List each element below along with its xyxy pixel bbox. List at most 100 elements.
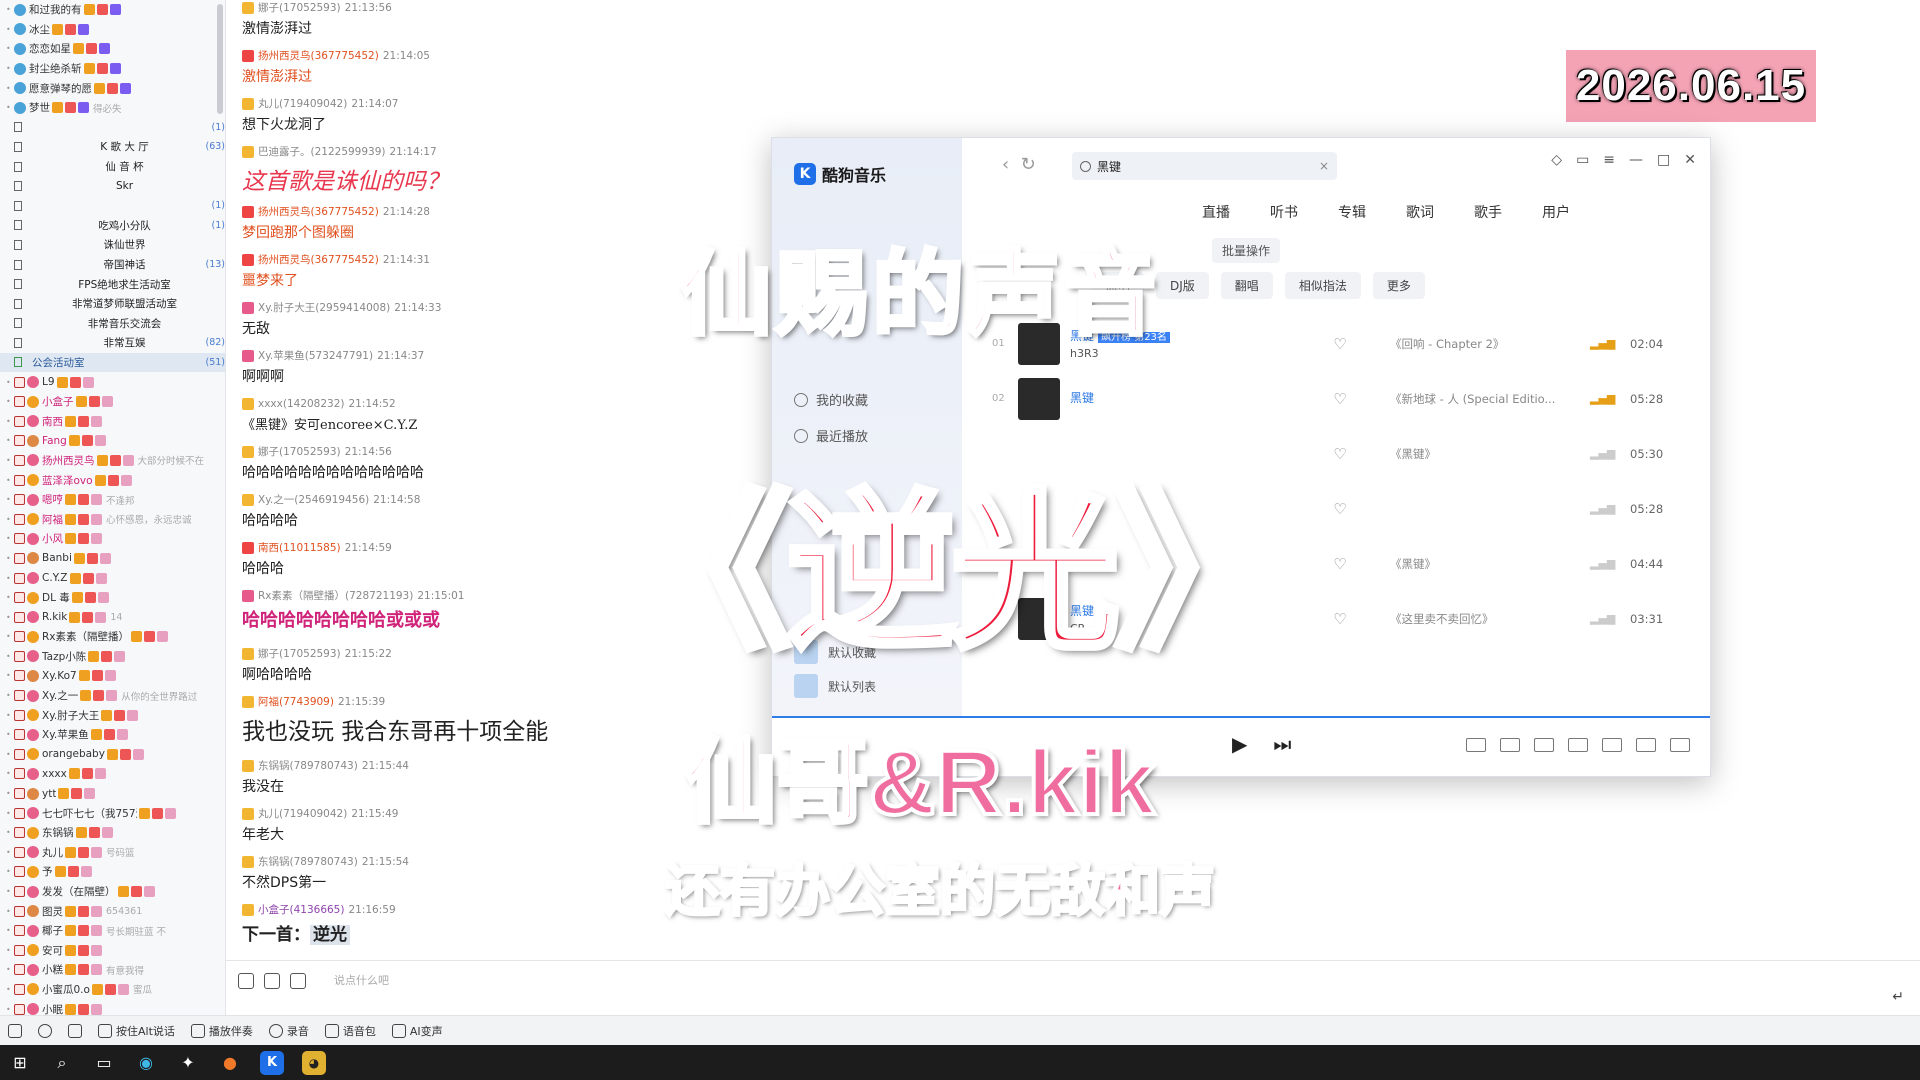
user-row[interactable]: • 和过我的有 [6,0,225,20]
channel-row[interactable]: 非常音乐交流会 [0,314,225,334]
channel-row[interactable]: 帝国神话 (13) [0,255,225,275]
minimize-icon[interactable]: — [1629,152,1643,168]
send-icon[interactable]: ↵ [1892,989,1904,1005]
speaker-icon[interactable] [8,1023,22,1038]
member-row[interactable]: • 小盒子 [6,392,225,412]
mini-mode-icon[interactable]: ▭ [1576,152,1589,168]
lyrics-icon[interactable] [1636,738,1656,752]
menu-icon[interactable]: ≡ [1603,152,1615,168]
member-row[interactable]: • 嗯哼 不逢邦 [6,490,225,510]
member-row[interactable]: • 阿福 心怀感恩，永远忠诚 [6,509,225,529]
member-row[interactable]: • 发发（在隔壁） [6,882,225,902]
user-row[interactable]: • 愿意弹琴的愿 [6,78,225,98]
member-row[interactable]: • Xy.之一 从你的全世界路过 [6,686,225,706]
member-row[interactable]: • Banbi [6,549,225,569]
sender-name[interactable]: 巴迪露子。(2122599939) [258,144,386,159]
member-row[interactable]: • 南西 [6,411,225,431]
member-row[interactable]: • L9 [6,372,225,392]
search-input[interactable]: 黑键 [1097,158,1121,175]
sidebar-item-favorites[interactable]: 我的收藏 [794,390,868,409]
game-icon[interactable] [264,973,280,989]
song-album[interactable]: 《黑键》 [1370,446,1590,462]
channel-row[interactable]: Skr [0,176,225,196]
member-row[interactable]: • 七七吓七七（我757活动版） [6,803,225,823]
tab-0[interactable]: 直播 [1202,202,1230,222]
playlist-icon[interactable] [1670,738,1690,752]
sender-name[interactable]: 扬州西灵鸟(367775452) [258,48,379,63]
member-row[interactable]: • 小蜜瓜0.o 蜜瓜 [6,980,225,1000]
filter-chip[interactable]: 相似指法 [1284,272,1361,299]
windows-start-icon[interactable]: ⊞ [8,1051,32,1075]
filter-chip[interactable]: 更多 [1372,272,1425,299]
sender-name[interactable]: Xy.之一(2546919456) [258,492,369,507]
song-album[interactable]: 《新地球 - 人 (Special Editio... [1370,391,1590,407]
channel-row[interactable]: 吃鸡小分队 (1) [0,216,225,236]
member-row[interactable]: • orangebaby [6,745,225,765]
member-row[interactable]: • Xy.Ko7 [6,666,225,686]
task-view-icon[interactable]: ▭ [92,1051,116,1075]
loop-icon[interactable] [1466,738,1486,752]
channel-row[interactable]: 仙 音 杯 [0,157,225,177]
member-row[interactable]: • Tazp小陈 [6,647,225,667]
emoji-icon[interactable] [238,973,254,989]
channel-row[interactable]: (1) [0,196,225,216]
sender-name[interactable]: 扬州西灵鸟(367775452) [258,252,379,267]
close-icon[interactable]: ✕ [1684,152,1696,168]
member-row[interactable]: • 小眠 [6,999,225,1015]
heart-icon[interactable]: ♡ [1310,555,1370,573]
member-row[interactable]: • R.kik 14 [6,607,225,627]
sender-name[interactable]: 阿福(7743909) [258,694,334,709]
channel-row[interactable]: FPS绝地求生活动室 [0,274,225,294]
channel-row[interactable]: (1) [0,118,225,138]
user-row[interactable]: • 梦世 得必失 [6,98,225,118]
member-row[interactable]: • ytt [6,784,225,804]
sender-name[interactable]: 丸儿(719409042) [258,806,347,821]
member-row[interactable]: • 安可 [6,941,225,961]
tab-4[interactable]: 歌手 [1474,202,1502,222]
member-row[interactable]: • Rx素素（隔壁播） [6,627,225,647]
song-album[interactable]: 《回响 - Chapter 2》 [1370,336,1590,352]
volume-icon[interactable] [1500,738,1520,752]
song-album[interactable]: 《这里卖不卖回忆》 [1370,611,1590,627]
user-row[interactable]: • 封尘绝杀斩 [6,59,225,79]
heart-icon[interactable]: ♡ [1310,335,1370,353]
channel-row[interactable]: 非常互娱 (82) [0,333,225,353]
member-row[interactable]: • Fang [6,431,225,451]
app-icon[interactable]: ✦ [176,1051,200,1075]
member-row[interactable]: • Xy.苹果鱼 [6,725,225,745]
user-row[interactable]: • 恋恋如星 [6,39,225,59]
channel-row[interactable]: 非常道梦师联盟活动室 [0,294,225,314]
tab-5[interactable]: 用户 [1542,202,1570,222]
song-album[interactable]: 《黑键》 [1370,556,1590,572]
member-row[interactable]: • 图灵 654361 [6,901,225,921]
member-row[interactable]: • 东锅锅 [6,823,225,843]
shirt-icon[interactable]: ◇ [1551,152,1562,168]
accompaniment-icon[interactable] [1602,738,1622,752]
sender-name[interactable]: 娜子(17052593) [258,0,341,15]
member-row[interactable]: • Xy.肘子大王 [6,705,225,725]
sound-effect-icon[interactable] [1568,738,1588,752]
heart-icon[interactable]: ♡ [1310,500,1370,518]
user-list-scrollbar[interactable] [217,4,223,114]
sender-name[interactable]: 东锅锅(789780743) [258,758,358,773]
sender-name[interactable]: 扬州西灵鸟(367775452) [258,204,379,219]
tool-ai-voice[interactable]: AI变声 [391,1023,443,1039]
tab-2[interactable]: 专辑 [1338,202,1366,222]
quality-icon[interactable] [1534,738,1554,752]
sender-name[interactable]: 东锅锅(789780743) [258,854,358,869]
chat-input[interactable]: 说点什么吧 [334,972,389,988]
clear-icon[interactable]: × [1319,159,1329,173]
mic-icon[interactable] [38,1023,52,1038]
sender-name[interactable]: 丸儿(719409042) [258,96,347,111]
back-icon[interactable]: ‹ ↻ [1002,154,1036,175]
member-row[interactable]: • 小糕 有意我得 [6,960,225,980]
sender-name[interactable]: Rx素素（隔壁播）(728721193) [258,588,413,603]
heart-icon[interactable]: ♡ [1310,610,1370,628]
member-row[interactable]: • 丸儿 号码篮 [6,843,225,863]
search-icon[interactable] [290,973,306,989]
tool-record[interactable]: 录音 [268,1023,309,1039]
sender-name[interactable]: Xy.苹果鱼(573247791) [258,348,373,363]
sender-name[interactable]: Xy.肘子大王(2959414008) [258,300,390,315]
sender-name[interactable]: 小盒子(4136665) [258,902,344,917]
sender-name[interactable]: 娜子(17052593) [258,646,341,661]
